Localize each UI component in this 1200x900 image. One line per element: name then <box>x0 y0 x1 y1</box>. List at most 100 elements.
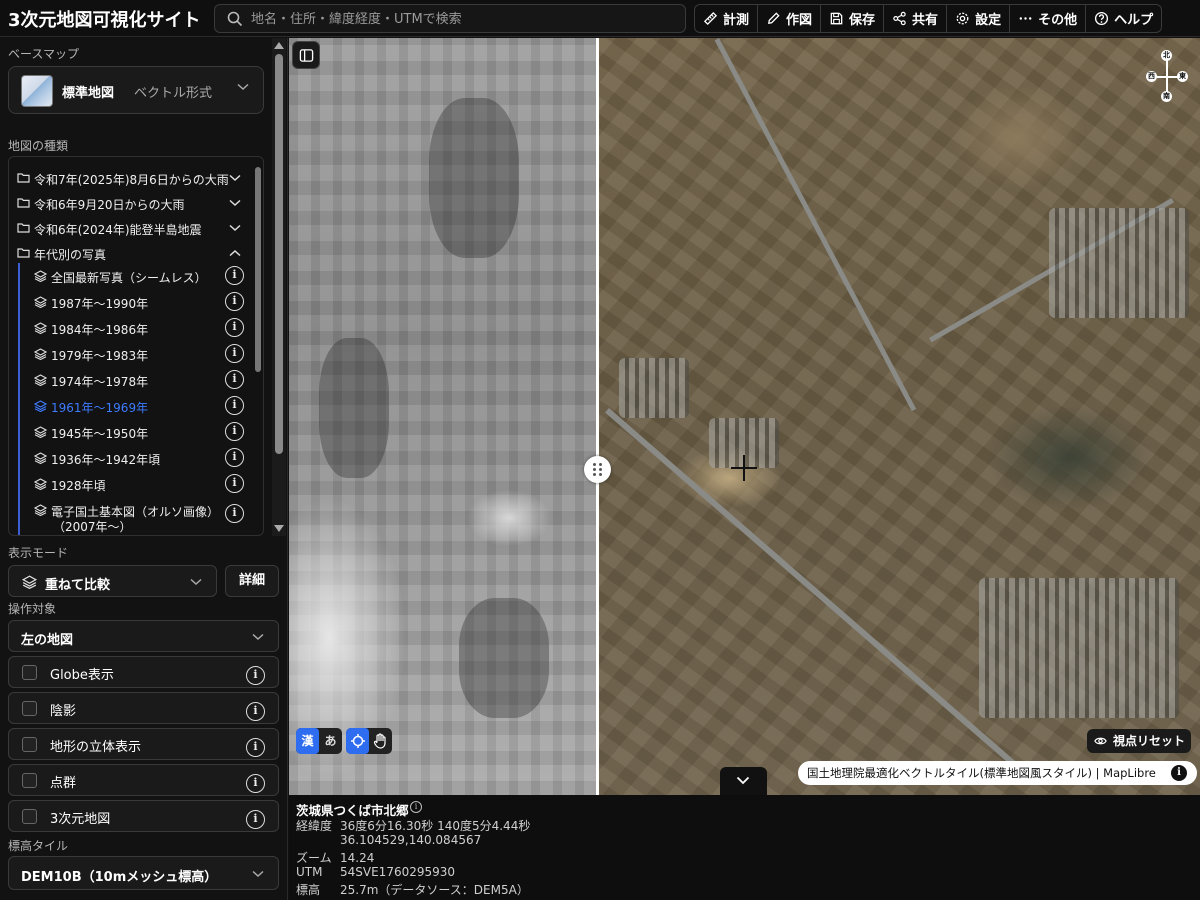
latlon-decimal-row: 36.104529,140.084567 <box>296 833 481 847</box>
info-icon[interactable]: i <box>225 266 244 285</box>
display-mode-select[interactable]: 重ねて比較 <box>8 565 217 597</box>
info-icon[interactable]: i <box>225 292 244 311</box>
layer-item-1987-1990[interactable]: 1987年～1990年 i <box>9 289 257 315</box>
detail-button[interactable]: 詳細 <box>225 565 279 597</box>
draw-button[interactable]: 作図 <box>758 5 822 32</box>
info-icon[interactable]: i <box>246 666 265 685</box>
info-icon[interactable]: i <box>246 774 265 793</box>
target-select[interactable]: 左の地図 <box>8 620 279 652</box>
toggle-label: Globe表示 <box>50 668 114 683</box>
historical-aerial-photo[interactable] <box>289 38 597 795</box>
info-icon[interactable]: i <box>225 318 244 337</box>
layer-item-1979-1983[interactable]: 1979年～1983年 i <box>9 341 257 367</box>
info-icon[interactable]: i <box>225 370 244 389</box>
row-value[interactable]: 36度6分16.30秒 140度5分4.44秒 <box>340 819 530 833</box>
target-label: 操作対象 <box>8 602 57 616</box>
tree-scrollbar-thumb[interactable] <box>255 167 261 372</box>
layer-item-1961-1969[interactable]: 1961年～1969年 i <box>9 393 257 419</box>
sidebar-scrollbar-thumb[interactable] <box>275 54 283 454</box>
checkbox[interactable] <box>22 773 37 788</box>
share-label: 共有 <box>912 13 939 28</box>
layer-item-1974-1978[interactable]: 1974年～1978年 i <box>9 367 257 393</box>
info-icon[interactable]: i <box>225 422 244 441</box>
handle-dot <box>593 463 596 466</box>
folder-label: 令和7年(2025年)8月6日からの大雨 <box>34 173 229 187</box>
folder-2024-noto-quake[interactable]: 令和6年(2024年)能登半島地震 <box>9 215 257 241</box>
reset-view-button[interactable]: 視点リセット <box>1087 729 1191 753</box>
checkbox[interactable] <box>22 701 37 716</box>
folder-2025-heavy-rain[interactable]: 令和7年(2025年)8月6日からの大雨 <box>9 165 257 191</box>
sidebar-scrollbar[interactable] <box>272 38 286 536</box>
share-icon <box>893 11 906 26</box>
map-road <box>714 38 917 412</box>
kanji-label-option[interactable]: 漢 <box>296 728 319 754</box>
map-viewport[interactable]: 北 西 東 南 漢 あ 視点リセット 国土地理院最適化ベクトルタイル(標準地図風… <box>289 38 1200 795</box>
map-attribution[interactable]: 国土地理院最適化ベクトルタイル(標準地図風スタイル) | MapLibre <box>798 761 1197 785</box>
checkbox[interactable] <box>22 737 37 752</box>
row-value[interactable]: 54SVE1760295930 <box>340 865 455 879</box>
compass-rose[interactable]: 北 西 東 南 <box>1144 50 1190 102</box>
map-3d-toggle[interactable]: 3次元地図 i <box>8 800 279 832</box>
label-script-toggle[interactable]: 漢 あ <box>296 728 342 754</box>
map-buildings <box>1049 208 1189 318</box>
measure-button[interactable]: 計測 <box>695 5 759 32</box>
hillshade-toggle[interactable]: 陰影 i <box>8 692 279 724</box>
info-icon[interactable]: i <box>225 474 244 493</box>
compare-divider[interactable] <box>596 38 599 795</box>
save-button[interactable]: 保存 <box>821 5 885 32</box>
layer-item-1945-1950[interactable]: 1945年～1950年 i <box>9 419 257 445</box>
info-icon[interactable]: i <box>246 738 265 757</box>
info-icon[interactable]: i <box>225 448 244 467</box>
chevron-down-icon <box>736 776 750 785</box>
info-panel-toggle[interactable] <box>720 767 767 795</box>
search-box[interactable] <box>214 4 686 33</box>
map-terrain-patch <box>429 98 519 258</box>
folder-label: 年代別の写真 <box>34 248 107 262</box>
maptype-section-label: 地図の種類 <box>8 139 69 153</box>
info-icon[interactable]: i <box>225 504 244 523</box>
chevron-down-icon <box>252 870 264 878</box>
terrain-3d-toggle[interactable]: 地形の立体表示 i <box>8 728 279 760</box>
checkbox[interactable] <box>22 809 37 824</box>
kana-label-option[interactable]: あ <box>319 728 342 754</box>
pencil-icon <box>768 12 780 24</box>
tree-scrollbar[interactable] <box>255 167 261 527</box>
info-icon[interactable]: i <box>225 344 244 363</box>
locate-button[interactable] <box>346 728 369 754</box>
info-icon[interactable]: i <box>225 396 244 415</box>
info-icon[interactable]: i <box>246 810 265 829</box>
layer-item-1984-1986[interactable]: 1984年～1986年 i <box>9 315 257 341</box>
layer-item-label: 1974年～1978年 <box>51 375 149 389</box>
point-cloud-toggle[interactable]: 点群 i <box>8 764 279 796</box>
layer-item-latest-seamless[interactable]: 全国最新写真（シームレス） i <box>9 263 257 289</box>
layer-item-1928[interactable]: 1928年頃 i <box>9 471 257 497</box>
layer-item-ortho-2007[interactable]: 電子国土基本図（オルソ画像） （2007年～） i <box>9 497 257 534</box>
folder-2024-sept-rain[interactable]: 令和6年9月20日からの大雨 <box>9 190 257 216</box>
search-input[interactable] <box>251 9 671 29</box>
info-icon[interactable]: i <box>246 702 265 721</box>
more-button[interactable]: その他 <box>1010 5 1087 32</box>
elevation-tile-select[interactable]: DEM10B（10mメッシュ標高） <box>8 856 279 890</box>
layer-item-1936-1942[interactable]: 1936年～1942年頃 i <box>9 445 257 471</box>
scroll-down-arrow[interactable] <box>274 525 284 532</box>
location-tools[interactable] <box>346 728 392 754</box>
pan-hand-button[interactable] <box>369 728 392 754</box>
compare-drag-handle[interactable] <box>584 456 611 483</box>
basemap-selector[interactable]: 標準地図 ベクトル形式 <box>8 66 264 114</box>
current-aerial-photo[interactable] <box>599 38 1200 795</box>
reset-view-label: 視点リセット <box>1113 734 1186 748</box>
globe-toggle[interactable]: Globe表示 i <box>8 656 279 688</box>
row-value[interactable]: 36.104529,140.084567 <box>340 833 481 847</box>
info-icon[interactable]: i <box>410 801 422 813</box>
scroll-up-arrow[interactable] <box>274 42 284 49</box>
map-buildings <box>979 578 1179 718</box>
sidebar-toggle-button[interactable] <box>292 41 320 69</box>
latlon-dms-row: 経緯度 36度6分16.30秒 140度5分4.44秒 <box>296 817 530 834</box>
layer-item-label: 1936年～1942年頃 <box>51 453 161 467</box>
checkbox[interactable] <box>22 665 37 680</box>
help-button[interactable]: ヘルプ <box>1086 5 1161 32</box>
settings-button[interactable]: 設定 <box>947 5 1011 32</box>
share-button[interactable]: 共有 <box>884 5 948 32</box>
info-icon[interactable]: i <box>1171 765 1187 781</box>
layer-item-label: 1928年頃 <box>51 479 106 493</box>
